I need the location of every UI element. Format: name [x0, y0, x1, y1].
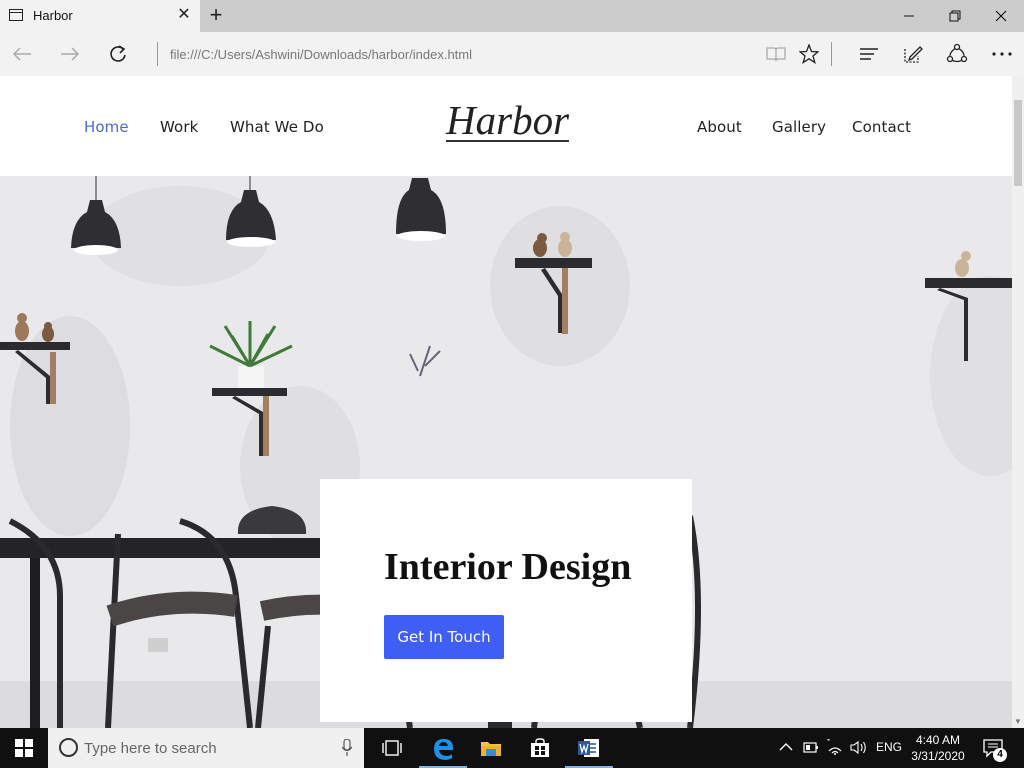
reading-view-icon — [766, 47, 786, 62]
edge-icon — [434, 739, 453, 760]
nav-about[interactable]: About — [697, 118, 742, 136]
browser-tab[interactable]: Harbor ✕ — [0, 0, 200, 32]
windows-logo-icon — [15, 739, 33, 757]
back-button[interactable] — [6, 38, 38, 70]
new-tab-icon[interactable]: + — [206, 4, 226, 26]
taskbar-store-app[interactable] — [516, 728, 564, 768]
window-close-button[interactable] — [978, 0, 1024, 32]
minimize-button[interactable] — [886, 0, 932, 32]
page-icon — [9, 9, 23, 21]
hero-section: Interior Design Get In Touch — [0, 176, 1012, 728]
forward-arrow-icon — [61, 47, 80, 61]
page-viewport: Home Work What We Do Harbor About Galler… — [0, 76, 1012, 728]
language-indicator[interactable]: ENG — [876, 740, 902, 754]
start-button[interactable] — [0, 728, 48, 768]
wall-outlet — [148, 638, 168, 652]
url-field[interactable]: file:///C:/Users/Ashwini/Downloads/harbo… — [170, 47, 472, 62]
scroll-thumb[interactable] — [1014, 100, 1022, 186]
favorite-star-icon — [799, 44, 819, 64]
get-in-touch-button[interactable]: Get In Touch — [384, 615, 504, 659]
taskbar-word-app[interactable] — [565, 728, 613, 768]
nav-contact[interactable]: Contact — [852, 118, 911, 136]
nav-gallery[interactable]: Gallery — [772, 118, 826, 136]
taskbar-edge-app[interactable] — [419, 728, 467, 768]
site-header: Home Work What We Do Harbor About Galler… — [0, 76, 1012, 176]
volume-icon[interactable] — [850, 740, 868, 755]
page-scrollbar[interactable]: ▼ — [1012, 76, 1024, 728]
battery-icon[interactable] — [803, 742, 819, 753]
file-explorer-icon — [481, 742, 501, 756]
tab-close-icon[interactable]: ✕ — [176, 7, 192, 23]
tab-title: Harbor — [33, 8, 73, 23]
url-separator — [157, 42, 158, 66]
nav-home[interactable]: Home — [84, 118, 129, 136]
web-note-button[interactable] — [897, 38, 929, 70]
clock-date: 3/31/2020 — [911, 749, 965, 763]
restore-icon — [949, 10, 961, 22]
word-icon — [578, 739, 599, 757]
notification-count-badge: 4 — [993, 748, 1007, 762]
minimize-icon — [904, 15, 914, 17]
system-clock[interactable]: 4:40 AM 3/31/2020 — [908, 732, 968, 764]
scroll-down-arrow-icon[interactable]: ▼ — [1012, 716, 1024, 728]
cortana-icon — [59, 738, 78, 757]
task-view-button[interactable] — [368, 728, 416, 768]
task-view-icon — [382, 740, 402, 756]
forward-button[interactable] — [54, 38, 86, 70]
hero-card: Interior Design Get In Touch — [320, 479, 692, 722]
svg-text:*: * — [827, 739, 830, 746]
more-button[interactable] — [986, 38, 1018, 70]
clock-time: 4:40 AM — [915, 733, 961, 747]
reading-view-button[interactable] — [760, 38, 792, 70]
taskbar-file-explorer-app[interactable] — [467, 728, 515, 768]
favorite-button[interactable] — [793, 38, 825, 70]
show-hidden-icons-chevron-icon[interactable] — [779, 742, 793, 752]
windows-taskbar: Type here to search * ENG 4:40 AM 3/31/2… — [0, 728, 1024, 768]
taskbar-search-box[interactable]: Type here to search — [48, 728, 364, 768]
share-button[interactable] — [941, 38, 973, 70]
nav-work[interactable]: Work — [160, 118, 198, 136]
hero-title: Interior Design — [384, 546, 632, 588]
browser-tab-bar: Harbor ✕ + — [0, 0, 1024, 32]
microphone-icon — [342, 739, 352, 756]
hub-icon — [860, 48, 878, 60]
search-placeholder: Type here to search — [84, 740, 217, 757]
refresh-icon — [110, 45, 126, 62]
nav-what-we-do[interactable]: What We Do — [230, 118, 324, 136]
site-logo[interactable]: Harbor — [446, 100, 570, 142]
hub-button[interactable] — [853, 38, 885, 70]
refresh-button[interactable] — [102, 38, 134, 70]
web-note-icon — [904, 46, 923, 63]
store-icon — [531, 738, 549, 757]
back-arrow-icon — [12, 47, 31, 61]
browser-address-bar: file:///C:/Users/Ashwini/Downloads/harbo… — [0, 32, 1024, 76]
more-icon — [992, 52, 1012, 56]
wifi-icon[interactable]: * — [826, 739, 844, 755]
restore-button[interactable] — [932, 0, 978, 32]
close-icon — [995, 10, 1007, 22]
toolbar-separator — [831, 42, 832, 66]
share-icon — [946, 43, 968, 63]
